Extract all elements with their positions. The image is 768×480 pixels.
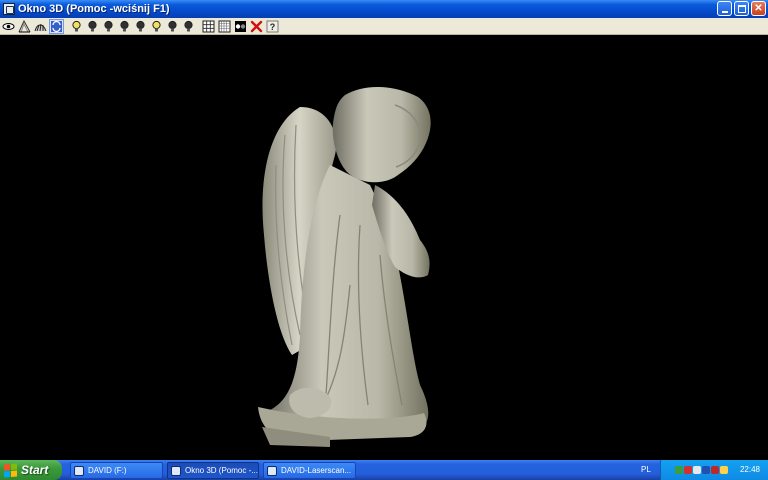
close-icon: ✕: [754, 2, 763, 14]
toolbar-button-sync[interactable]: [49, 18, 64, 34]
restore-button[interactable]: [734, 1, 749, 16]
laser-scan-icon: [18, 19, 31, 32]
view-toolbar: ?: [0, 18, 768, 35]
contrast-icon: [235, 20, 246, 32]
drive-icon: [74, 465, 84, 476]
toolbar-button-light-8[interactable]: [181, 19, 196, 34]
taskbar-item-label: DAVID (F:): [88, 466, 127, 475]
restore-icon: [737, 4, 746, 13]
bluetooth-icon[interactable]: [702, 466, 710, 474]
network-icon[interactable]: [675, 466, 683, 474]
security-icon[interactable]: [711, 466, 719, 474]
toolbar-button-contrast[interactable]: [233, 19, 248, 34]
taskbar-item-3d-window[interactable]: Okno 3D (Pomoc -...: [167, 462, 259, 479]
taskbar-item-laserscanner[interactable]: DAVID-Laserscan...: [263, 462, 356, 479]
taskbar-item-explorer[interactable]: DAVID (F:): [70, 462, 163, 479]
svg-text:?: ?: [270, 22, 276, 32]
display-icon[interactable]: [693, 466, 701, 474]
light-icon: [88, 20, 97, 31]
window-controls: ✕: [717, 1, 766, 16]
help-icon: ?: [266, 20, 279, 32]
grid-fine-icon: [218, 20, 231, 32]
app-window-icon: [267, 465, 277, 476]
start-button[interactable]: Start: [0, 460, 62, 480]
toolbar-button-view[interactable]: [1, 19, 16, 34]
toolbar-button-light-7[interactable]: [165, 19, 180, 34]
language-indicator[interactable]: PL: [641, 465, 651, 474]
grid-icon: [202, 20, 215, 32]
window-titlebar[interactable]: Okno 3D (Pomoc -wciśnij F1) ✕: [0, 0, 768, 18]
toolbar-button-scan[interactable]: [17, 19, 32, 34]
window-title: Okno 3D (Pomoc -wciśnij F1): [18, 3, 170, 15]
light-icon: [152, 20, 161, 31]
3d-viewport[interactable]: [0, 35, 768, 460]
light-icon: [72, 20, 81, 31]
antivirus-icon[interactable]: [684, 466, 692, 474]
taskbar-item-label: DAVID-Laserscan...: [281, 466, 352, 475]
light-icon: [120, 20, 129, 31]
toolbar-button-grid-fine[interactable]: [217, 19, 232, 34]
light-icon: [184, 20, 193, 31]
app-window-icon: [171, 465, 181, 476]
toolbar-button-texture[interactable]: [33, 19, 48, 34]
delete-icon: [250, 20, 263, 32]
toolbar-button-light-3[interactable]: [101, 19, 116, 34]
windows-logo-icon: [4, 463, 17, 477]
minimize-icon: [721, 10, 728, 13]
eye-icon: [2, 22, 15, 30]
windows-taskbar: Start DAVID (F:) Okno 3D (Pomoc -... DAV…: [0, 460, 768, 480]
minimize-button[interactable]: [717, 1, 732, 16]
light-icon: [104, 20, 113, 31]
light-icon: [168, 20, 177, 31]
toolbar-button-help[interactable]: ?: [265, 19, 280, 34]
start-label: Start: [21, 463, 49, 477]
close-button[interactable]: ✕: [751, 1, 766, 16]
toolbar-button-light-5[interactable]: [133, 19, 148, 34]
taskbar-item-label: Okno 3D (Pomoc -...: [185, 466, 258, 475]
toolbar-button-light-6[interactable]: [149, 19, 164, 34]
light-icon: [136, 20, 145, 31]
sync-icon: [51, 20, 62, 32]
app-window-icon[interactable]: [3, 3, 15, 15]
scanned-angel-model[interactable]: [0, 35, 768, 460]
toolbar-button-light-1[interactable]: [69, 19, 84, 34]
volume-icon[interactable]: [720, 466, 728, 474]
texture-icon: [34, 23, 47, 31]
toolbar-button-grid[interactable]: [201, 19, 216, 34]
toolbar-button-light-4[interactable]: [117, 19, 132, 34]
toolbar-button-light-2[interactable]: [85, 19, 100, 34]
toolbar-button-delete[interactable]: [249, 19, 264, 34]
clock[interactable]: 22:48: [740, 465, 760, 474]
